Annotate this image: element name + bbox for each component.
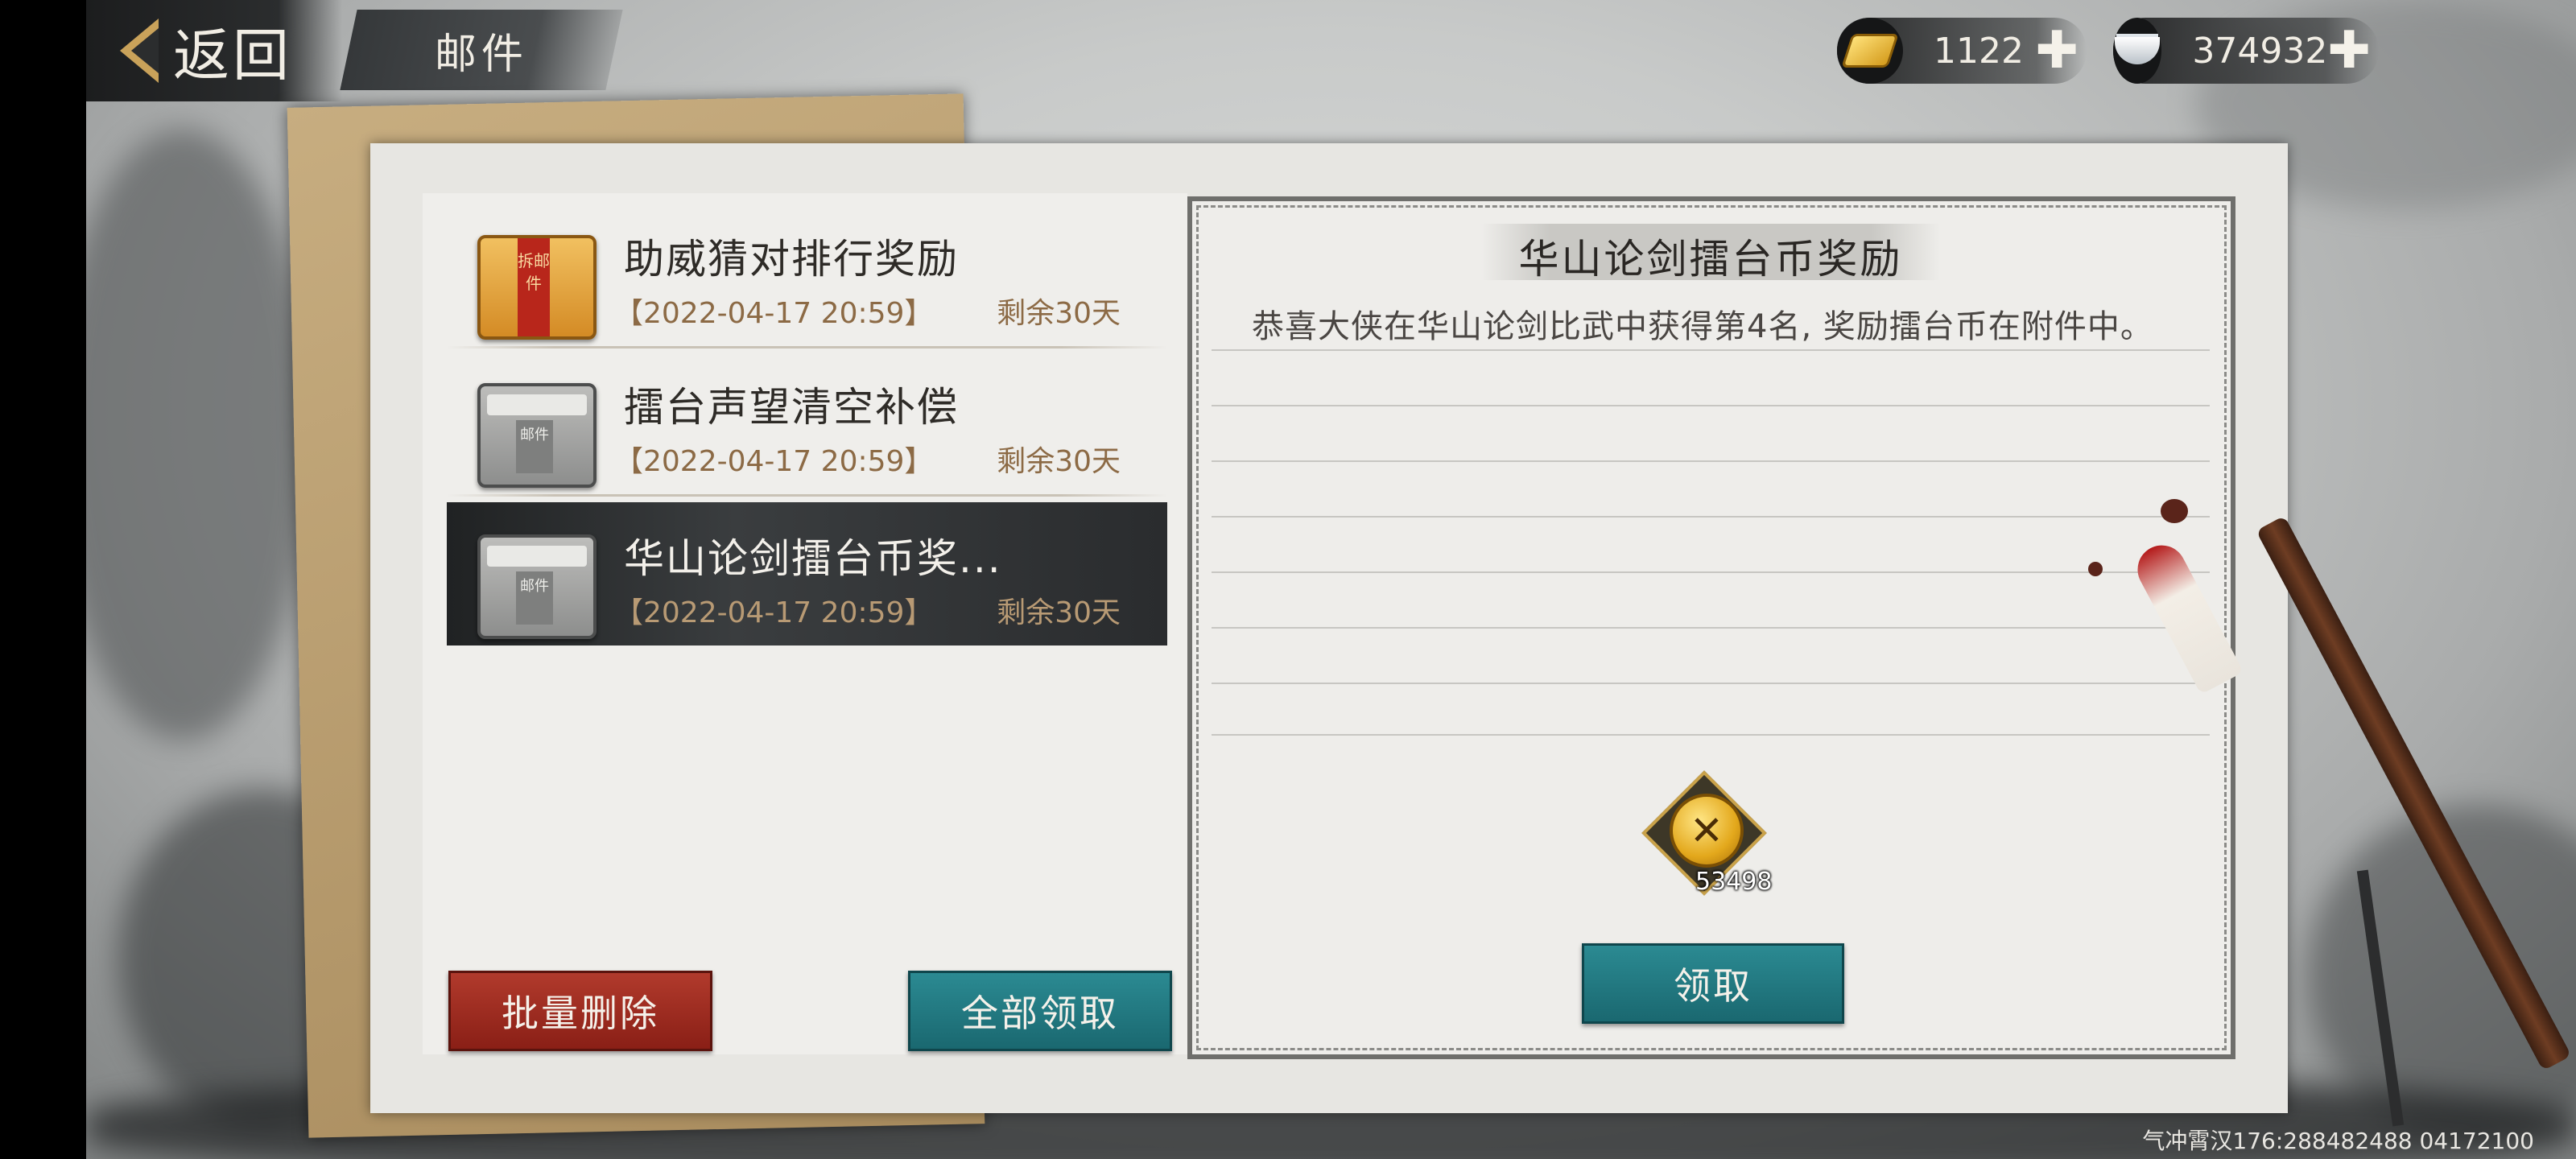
detail-body: 恭喜大侠在华山论剑比武中获得第4名, 奖励擂台币在附件中。 — [1252, 308, 2153, 345]
mail-remaining: 剩余30天 — [997, 596, 1121, 629]
claim-all-button[interactable]: 全部领取 — [908, 971, 1172, 1051]
mail-title: 华山论剑擂台币奖... — [624, 535, 1002, 582]
mail-remaining: 剩余30天 — [997, 445, 1121, 478]
ruled-line — [1212, 405, 2210, 406]
mail-date: 【2022-04-17 20:59】 — [614, 596, 934, 629]
ruled-line — [1212, 516, 2210, 518]
ruled-line — [1212, 734, 2210, 736]
mail-envelope-icon: 邮件 — [477, 534, 597, 639]
chevron-left-icon — [120, 19, 159, 83]
mail-date: 【2022-04-17 20:59】 — [614, 445, 934, 478]
mail-item[interactable]: 邮件 擂台声望清空补偿 【2022-04-17 20:59】 剩余30天 — [447, 351, 1167, 497]
gold-currency: 1122 ✚ — [1837, 18, 2087, 84]
back-button[interactable]: 返回 — [86, 0, 342, 101]
tab-mail[interactable]: 邮件 — [340, 10, 623, 90]
ruled-line — [1212, 627, 2210, 629]
silver-ingot-icon — [2113, 18, 2162, 84]
gold-bar-icon — [1837, 18, 1903, 84]
batch-delete-button[interactable]: 批量删除 — [448, 971, 712, 1051]
ruled-line — [1212, 460, 2210, 462]
mail-title: 助威猜对排行奖励 — [624, 236, 959, 283]
ink-splash — [2088, 562, 2103, 576]
mail-envelope-icon: 邮件 — [477, 383, 597, 488]
tab-mail-label: 邮件 — [434, 30, 528, 79]
gold-value: 1122 — [1934, 30, 2024, 72]
detail-title: 华山论剑擂台币奖励 — [1518, 236, 1903, 283]
ruled-line — [1212, 571, 2210, 573]
attachment-item[interactable]: ✕ 53498 — [1641, 770, 1772, 896]
silver-value: 374932 — [2192, 30, 2328, 72]
divider — [447, 346, 1167, 349]
mail-item[interactable]: 拆邮件 助威猜对排行奖励 【2022-04-17 20:59】 剩余30天 — [447, 203, 1167, 349]
attachment-count: 53498 — [1695, 868, 1773, 896]
arena-coin-icon: ✕ — [1670, 794, 1744, 868]
add-gold-icon[interactable]: ✚ — [2035, 21, 2079, 80]
mail-remaining: 剩余30天 — [997, 297, 1121, 330]
ink-splash — [2161, 499, 2188, 523]
back-label: 返回 — [173, 22, 292, 89]
player-id-text: 气冲霄汉176:288482488 04172100 — [2142, 1128, 2534, 1154]
divider — [447, 494, 1167, 497]
mail-title: 擂台声望清空补偿 — [624, 384, 959, 431]
mail-envelope-icon: 拆邮件 — [477, 235, 597, 340]
ruled-line — [1212, 683, 2210, 684]
mail-item-selected[interactable]: 邮件 华山论剑擂台币奖... 【2022-04-17 20:59】 剩余30天 — [447, 502, 1167, 645]
add-silver-icon[interactable]: ✚ — [2327, 21, 2371, 80]
silver-currency: 374932 ✚ — [2113, 18, 2379, 84]
mail-date: 【2022-04-17 20:59】 — [614, 297, 934, 330]
claim-button[interactable]: 领取 — [1582, 943, 1844, 1024]
